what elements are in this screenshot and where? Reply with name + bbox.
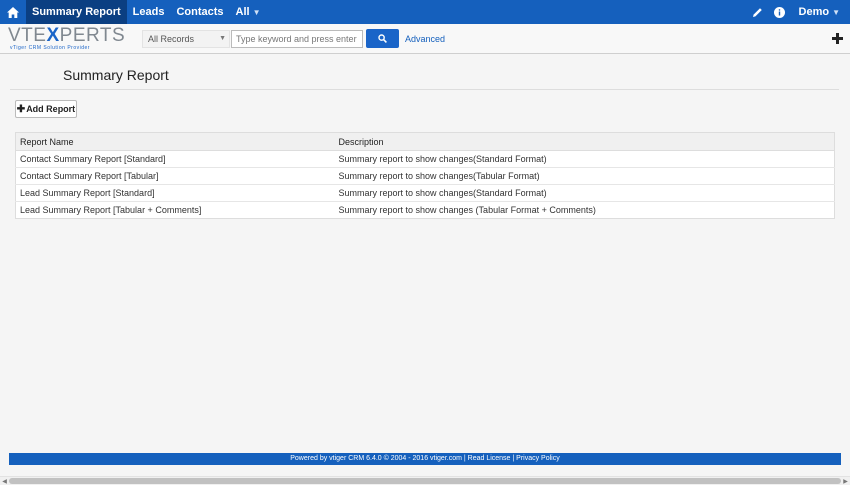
report-name-cell[interactable]: Contact Summary Report [Tabular] bbox=[15, 167, 335, 185]
search-header-bar: VTEXPERTS vTiger CRM Solution Provider A… bbox=[0, 24, 850, 54]
page-title: Summary Report bbox=[63, 67, 169, 83]
home-button[interactable] bbox=[0, 0, 26, 24]
scroll-right-arrow-icon[interactable]: ▶ bbox=[841, 477, 850, 485]
plus-icon: ✚ bbox=[16, 103, 26, 115]
nav-tab-contacts[interactable]: Contacts bbox=[170, 0, 229, 24]
nav-all-label: All bbox=[235, 6, 250, 18]
scroll-left-arrow-icon[interactable]: ◀ bbox=[0, 477, 9, 485]
user-name: Demo bbox=[798, 6, 830, 18]
report-description-cell: Summary report to show changes(Tabular F… bbox=[334, 167, 835, 185]
add-report-label: Add Report bbox=[26, 104, 76, 114]
user-menu[interactable]: Demo ▼ bbox=[793, 6, 850, 18]
chevron-down-icon: ▼ bbox=[832, 7, 840, 17]
pencil-icon bbox=[753, 7, 762, 17]
reports-table: Report Name Description Contact Summary … bbox=[15, 132, 835, 219]
company-logo[interactable]: VTEXPERTS vTiger CRM Solution Provider bbox=[8, 26, 128, 52]
chevron-down-icon: ▼ bbox=[252, 7, 261, 17]
report-description-cell: Summary report to show changes(Standard … bbox=[334, 184, 835, 202]
nav-tab-summary-report[interactable]: Summary Report bbox=[26, 0, 127, 24]
records-filter-value: All Records bbox=[148, 34, 195, 44]
nav-all-menu[interactable]: All ▼ bbox=[230, 0, 267, 24]
logo-wordmark: VTEXPERTS bbox=[8, 25, 126, 46]
horizontal-scrollbar[interactable]: ◀ ▶ bbox=[0, 476, 850, 485]
nav-tab-label: Leads bbox=[132, 6, 165, 18]
report-name-cell[interactable]: Lead Summary Report [Standard] bbox=[15, 184, 335, 202]
report-name-cell[interactable]: Lead Summary Report [Tabular + Comments] bbox=[15, 201, 335, 219]
advanced-search-link[interactable]: Advanced bbox=[405, 34, 445, 44]
report-name-cell[interactable]: Contact Summary Report [Standard] bbox=[15, 150, 335, 168]
column-header-report-name[interactable]: Report Name bbox=[15, 132, 335, 151]
search-input[interactable] bbox=[231, 30, 363, 48]
add-report-button[interactable]: ✚ Add Report bbox=[15, 100, 77, 118]
home-icon bbox=[7, 6, 19, 18]
table-row[interactable]: Contact Summary Report [Standard] Summar… bbox=[15, 150, 835, 168]
records-filter-select[interactable]: All Records ▼ bbox=[142, 30, 230, 48]
quick-create-button[interactable] bbox=[830, 30, 844, 46]
nav-tab-label: Summary Report bbox=[32, 6, 121, 18]
nav-tab-label: Contacts bbox=[176, 6, 224, 18]
scrollbar-thumb[interactable] bbox=[9, 478, 841, 484]
page-footer: Powered by vtiger CRM 6.4.0 © 2004 - 201… bbox=[9, 453, 841, 465]
top-navbar: Summary Report Leads Contacts All ▼ Demo… bbox=[0, 0, 850, 24]
report-description-cell: Summary report to show changes(Standard … bbox=[334, 150, 835, 168]
edit-tool-button[interactable] bbox=[749, 0, 767, 24]
column-header-description[interactable]: Description bbox=[334, 132, 835, 151]
report-description-cell: Summary report to show changes (Tabular … bbox=[334, 201, 835, 219]
table-row[interactable]: Contact Summary Report [Tabular] Summary… bbox=[15, 167, 835, 185]
chevron-down-icon: ▼ bbox=[219, 35, 226, 42]
table-row[interactable]: Lead Summary Report [Standard] Summary r… bbox=[15, 184, 835, 202]
nav-tab-leads[interactable]: Leads bbox=[127, 0, 171, 24]
info-icon bbox=[774, 6, 786, 18]
info-button[interactable] bbox=[771, 0, 789, 24]
search-icon bbox=[378, 34, 387, 43]
table-header-row: Report Name Description bbox=[15, 132, 835, 151]
title-divider bbox=[10, 89, 839, 90]
table-row[interactable]: Lead Summary Report [Tabular + Comments]… bbox=[15, 201, 835, 219]
plus-icon bbox=[831, 32, 843, 44]
search-button[interactable] bbox=[366, 29, 399, 48]
nav-right-tools: Demo ▼ bbox=[749, 0, 850, 24]
